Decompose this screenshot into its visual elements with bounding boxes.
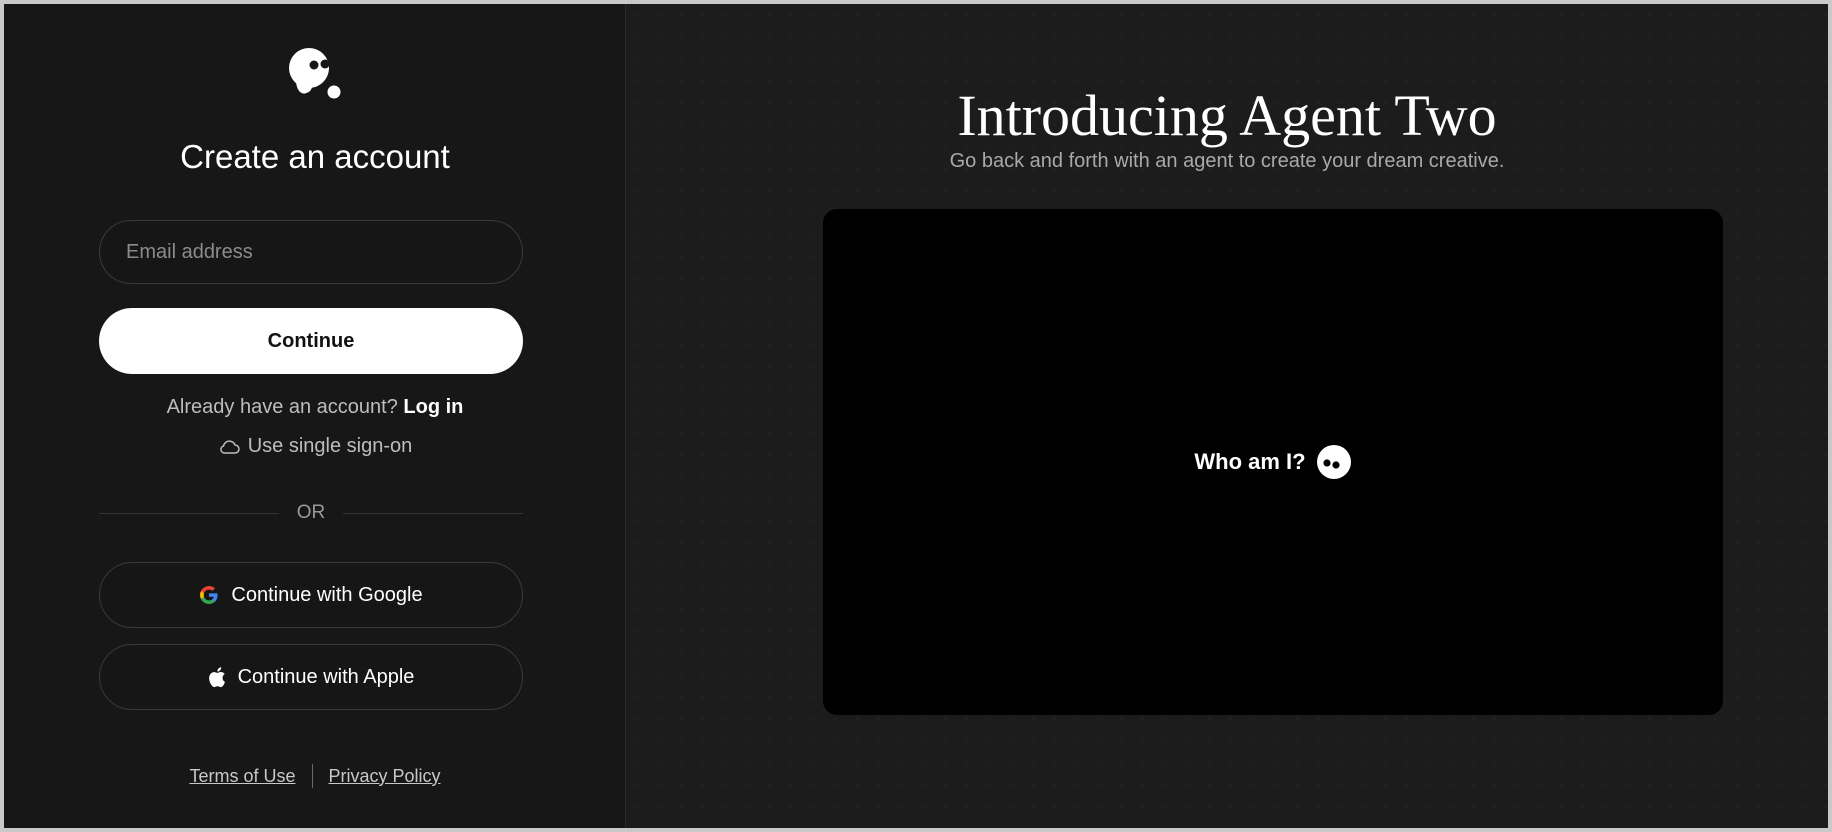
terms-link[interactable]: Terms of Use (189, 766, 295, 787)
app-frame: Create an account Continue Already have … (4, 4, 1828, 828)
privacy-link[interactable]: Privacy Policy (329, 766, 441, 787)
email-field[interactable] (99, 220, 523, 284)
sso-label: Use single sign-on (247, 435, 413, 457)
apple-icon (208, 667, 225, 688)
mascot-icon (1316, 445, 1351, 479)
apple-button-label: Continue with Apple (237, 665, 415, 688)
login-link[interactable]: Log in (403, 396, 463, 418)
google-icon (200, 586, 218, 604)
login-prompt-row: Already have an account? Log in (4, 396, 626, 419)
promo-panel: Introducing Agent Two Go back and forth … (626, 4, 1828, 828)
footer-separator (311, 764, 313, 788)
google-signin-button[interactable]: Continue with Google (99, 562, 523, 628)
sso-link[interactable]: Use single sign-on (4, 435, 626, 458)
promo-title: Introducing Agent Two (957, 83, 1497, 148)
promo-subtitle: Go back and forth with an agent to creat… (949, 150, 1505, 172)
promo-video[interactable]: Who am I? (823, 209, 1723, 715)
page-title: Create an account (180, 138, 450, 175)
cloud-icon (219, 439, 240, 454)
footer-links: Terms of Use Privacy Policy (4, 764, 626, 788)
video-caption-row: Who am I? (1194, 444, 1351, 480)
divider-line-left (99, 512, 279, 514)
apple-signin-button[interactable]: Continue with Apple (99, 644, 523, 710)
video-caption: Who am I? (1194, 449, 1306, 474)
continue-button[interactable]: Continue (99, 308, 523, 374)
or-divider: OR (99, 498, 523, 528)
or-label: OR (296, 502, 326, 523)
login-prompt-text: Already have an account? (166, 396, 398, 418)
logo-icon (289, 48, 341, 99)
signup-panel: Create an account Continue Already have … (4, 4, 626, 828)
google-button-label: Continue with Google (231, 583, 423, 606)
divider-line-right (343, 512, 523, 514)
